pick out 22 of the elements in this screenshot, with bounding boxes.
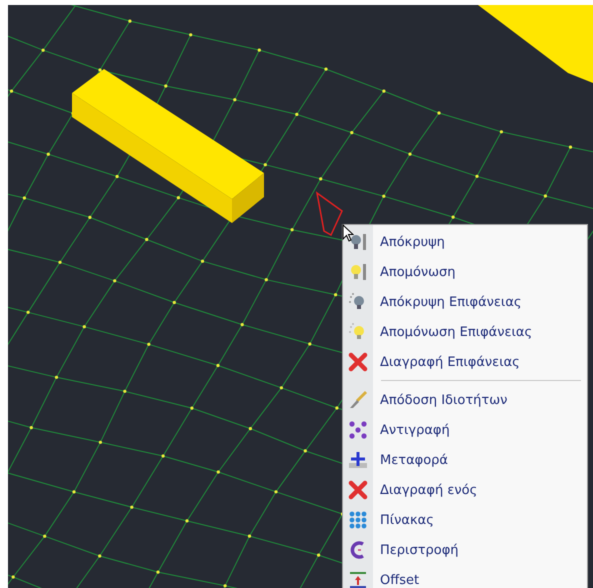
grid-dots-icon <box>348 510 368 530</box>
offset-lines-icon <box>348 570 368 588</box>
menu-item[interactable]: Περιστροφή <box>343 535 587 565</box>
dots-icon <box>348 420 368 440</box>
brush-icon <box>348 390 368 410</box>
menu-item[interactable]: Απομόνωση <box>343 257 587 287</box>
menu-item[interactable]: Offset <box>343 565 587 588</box>
menu-item[interactable]: Μεταφορά <box>343 445 587 475</box>
menu-item[interactable]: Απομόνωση Επιφάνειας <box>343 317 587 347</box>
menu-item[interactable]: Πίνακας <box>343 505 587 535</box>
bulb-bar-icon <box>348 262 368 282</box>
cursor-icon <box>342 224 354 242</box>
menu-item[interactable]: Απόκρυψη Επιφάνειας <box>343 287 587 317</box>
menu-item[interactable]: Αντιγραφή <box>343 415 587 445</box>
selected-face-drawing <box>316 191 343 236</box>
menu-item[interactable]: Διαγραφή Επιφάνειας <box>343 347 587 377</box>
delete-icon <box>348 352 368 372</box>
menu-item[interactable]: Απόδοση Ιδιοτήτων <box>343 385 587 415</box>
bulb-bar-icon <box>348 232 368 252</box>
menu-item[interactable]: Διαγραφή ενός <box>343 475 587 505</box>
delete-icon <box>348 480 368 500</box>
cross-arrows-icon <box>348 450 368 470</box>
